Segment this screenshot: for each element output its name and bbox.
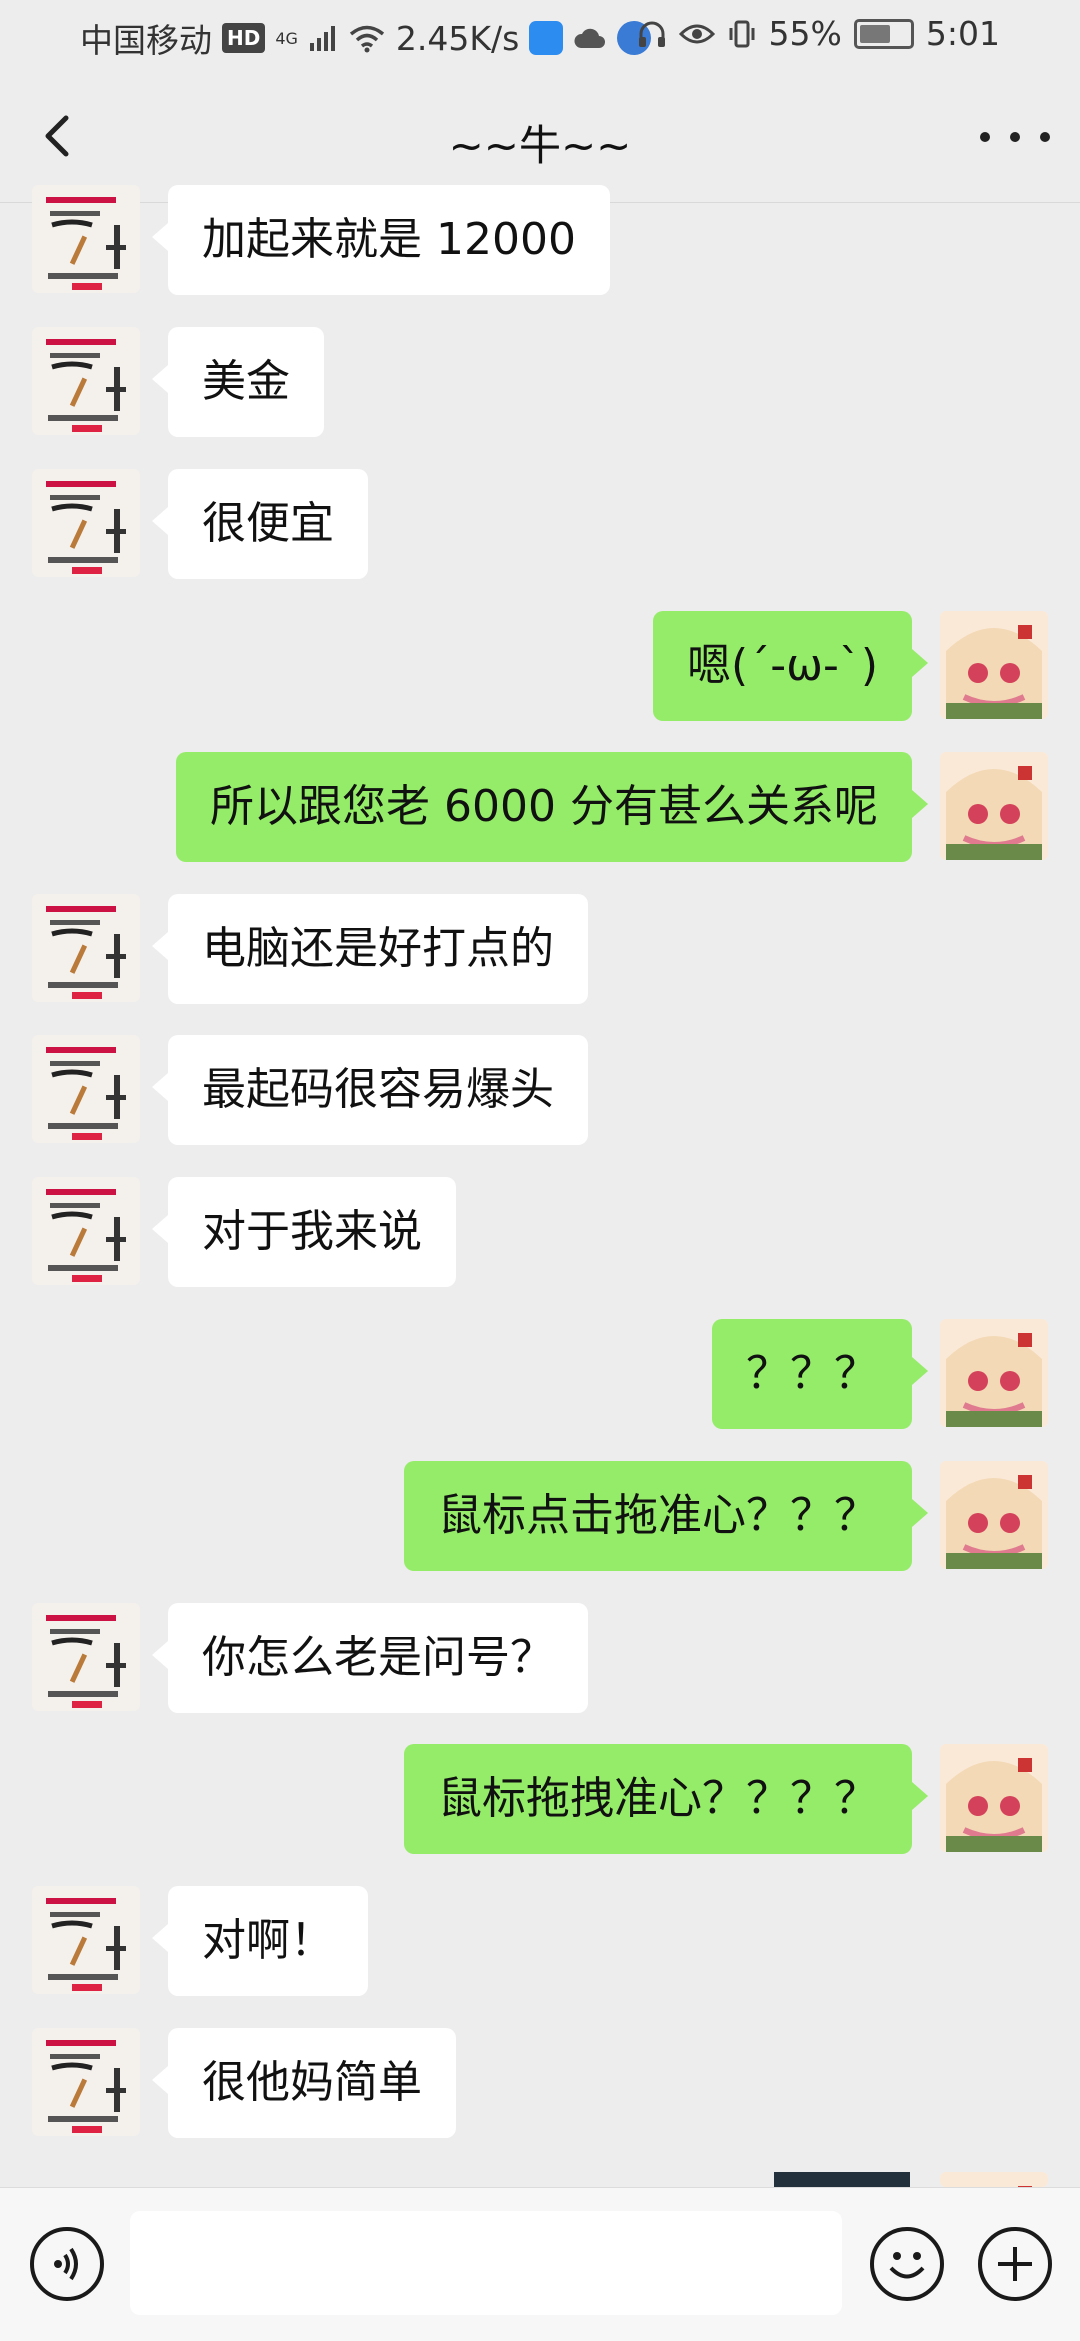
my-avatar[interactable] [940,2172,1048,2187]
wifi-icon [349,25,385,53]
hd-icon: HD [222,23,266,53]
my-avatar[interactable] [940,1461,1048,1569]
message-row: 所以跟您老 6000 分有甚么关系呢 [0,752,1080,862]
signal-icon [309,26,335,51]
input-bar [0,2187,1080,2341]
message-row: 美金 [0,327,1080,437]
received-message-bubble[interactable]: 加起来就是 12000 [152,185,610,295]
battery-level: 55% [768,14,842,53]
my-avatar[interactable] [940,611,1048,719]
sent-message-bubble[interactable]: 嗯(´-ω-`) [653,611,928,721]
more-dots-icon[interactable] [980,112,1050,162]
contact-avatar[interactable] [32,1886,140,1994]
received-message-bubble[interactable]: 对啊！ [152,1886,368,1996]
contact-avatar[interactable] [32,1035,140,1143]
sent-message-bubble[interactable]: 鼠标点击拖准心？？？ [404,1461,928,1571]
status-bar: 中国移动 HD 4G 2.45K/s 55% 5:01 [0,0,1080,70]
contact-avatar[interactable] [32,1177,140,1285]
carrier-name: 中国移动 [80,21,212,60]
battery-icon [853,18,914,49]
network-speed: 2.45K/s [395,18,520,58]
my-avatar[interactable] [940,1744,1048,1852]
received-message-bubble[interactable]: 最起码很容易爆头 [152,1035,588,1145]
cloud-icon [574,28,606,48]
voice-icon[interactable] [30,2227,104,2301]
received-message-bubble[interactable]: 很他妈简单 [152,2028,456,2138]
message-input[interactable] [130,2211,842,2315]
contact-avatar[interactable] [32,2028,140,2136]
contact-avatar[interactable] [32,327,140,435]
plus-icon[interactable] [978,2227,1052,2301]
message-row: 很他妈简单 [0,2028,1080,2138]
chat-title: ~~牛~~ [448,121,632,170]
message-row: 对于我来说 [0,1177,1080,1287]
sent-message-bubble[interactable]: 鼠标拖拽准心？？？？ [404,1744,928,1854]
clock: 5:01 [925,14,1000,53]
message-row: 你怎么老是问号？ [0,1603,1080,1713]
message-row: 嗯(´-ω-`) [0,611,1080,721]
hotspot-app-icon [529,21,564,55]
status-right: 55% 5:01 [637,14,1000,53]
my-avatar[interactable] [940,1319,1048,1427]
sent-message-bubble[interactable]: ？？？ [712,1319,928,1429]
received-message-bubble[interactable]: 电脑还是好打点的 [152,894,588,1004]
emoji-icon[interactable] [870,2227,944,2301]
message-row: 加起来就是 12000 [0,185,1080,295]
image-message-partial[interactable] [774,2172,910,2187]
message-row: ？？？ [0,1319,1080,1429]
received-message-bubble[interactable]: 美金 [152,327,324,437]
message-row: 对啊！ [0,1886,1080,1996]
received-message-bubble[interactable]: 很便宜 [152,469,368,579]
sent-message-bubble[interactable]: 所以跟您老 6000 分有甚么关系呢 [176,752,928,862]
message-row: 最起码很容易爆头 [0,1035,1080,1145]
eye-icon [678,24,715,43]
contact-avatar[interactable] [32,469,140,577]
received-message-bubble[interactable]: 对于我来说 [152,1177,456,1287]
message-row: 鼠标拖拽准心？？？？ [0,1744,1080,1854]
my-avatar[interactable] [940,752,1048,860]
contact-avatar[interactable] [32,894,140,1002]
chat-header: ~~牛~~ [0,70,1080,203]
headphones-icon [638,21,665,47]
received-message-bubble[interactable]: 你怎么老是问号？ [152,1603,588,1713]
status-left: 中国移动 HD 4G 2.45K/s [80,14,652,62]
message-row: 电脑还是好打点的 [0,894,1080,1004]
network-type: 4G [275,28,298,48]
contact-avatar[interactable] [32,185,140,293]
message-row: 很便宜 [0,469,1080,579]
vibrate-icon [729,20,755,47]
contact-avatar[interactable] [32,1603,140,1711]
message-row: 鼠标点击拖准心？？？ [0,1461,1080,1571]
